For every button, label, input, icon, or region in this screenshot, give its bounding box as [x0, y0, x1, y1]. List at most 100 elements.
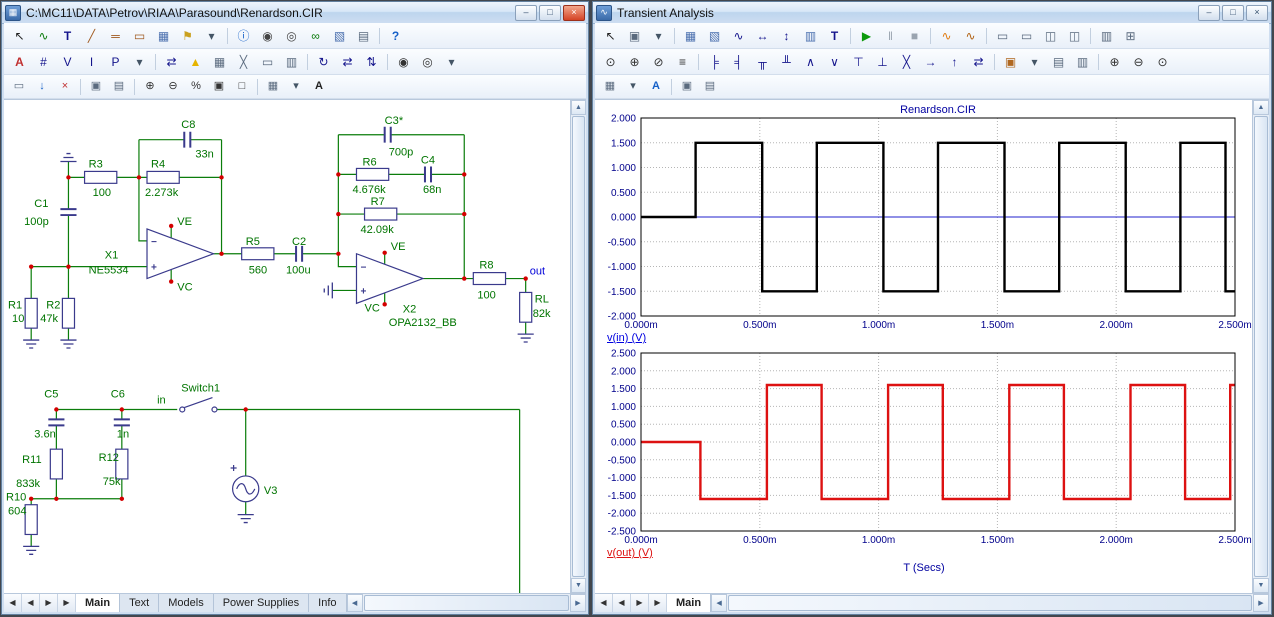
select-mode-icon[interactable]: ↖	[8, 25, 31, 47]
zoom-in-icon[interactable]: ⊕	[1103, 51, 1126, 73]
probe-many-icon[interactable]: ⊕	[623, 51, 646, 73]
state-variables-icon[interactable]: ▭	[1015, 25, 1038, 47]
switch-terminal[interactable]	[180, 407, 185, 412]
prev-page-button[interactable]: ◀	[613, 594, 631, 612]
cross-grid-icon[interactable]: ╳	[232, 51, 255, 73]
vertical-tag-icon[interactable]: ↕	[775, 25, 798, 47]
grid-snap-icon[interactable]: ▦	[262, 77, 284, 97]
paste-icon[interactable]: ▤	[108, 77, 130, 97]
minimize-button[interactable]: –	[515, 5, 537, 21]
copy-icon[interactable]: ▣	[676, 77, 698, 97]
cursor-left-icon[interactable]: ╞	[703, 51, 726, 73]
resistor-R11[interactable]	[50, 449, 62, 479]
scrollbar-thumb[interactable]	[572, 116, 585, 577]
maximize-button[interactable]: □	[1222, 5, 1244, 21]
node-numbers-icon[interactable]: #	[32, 51, 55, 73]
scroll-up-button[interactable]: ▲	[571, 100, 586, 115]
bus-mode-icon[interactable]: ═	[104, 25, 127, 47]
zoom-in-icon[interactable]: ⊕	[139, 77, 161, 97]
component-wave-icon[interactable]: ∿	[32, 25, 55, 47]
close-button[interactable]: ×	[1246, 5, 1268, 21]
mode-menu-icon[interactable]: ▾	[200, 25, 223, 47]
scroll-down-button[interactable]: ▼	[1253, 578, 1269, 593]
select-mode-icon[interactable]: ↖	[599, 25, 622, 47]
font-icon[interactable]: A	[645, 77, 667, 97]
tab-text[interactable]: Text	[120, 594, 159, 612]
transient-window-titlebar[interactable]: ∿ Transient Analysis –□×	[593, 2, 1271, 24]
trace-label-vin[interactable]: v(in) (V)	[607, 332, 1253, 344]
camera-icon[interactable]: ▣	[208, 77, 230, 97]
analysis-plot-area[interactable]: 0.000m0.500m1.000m1.500m2.000m2.500m2.00…	[595, 99, 1269, 593]
find-next-icon[interactable]: ◎	[416, 51, 439, 73]
first-page-button[interactable]: ◀	[4, 594, 22, 612]
scrollbar-track[interactable]	[727, 594, 1253, 612]
switch-lever[interactable]	[184, 398, 212, 408]
scrollbar-thumb[interactable]	[1254, 116, 1268, 577]
resistor-RL[interactable]	[520, 292, 532, 322]
valley-icon[interactable]: ∨	[823, 51, 846, 73]
sheet-icon[interactable]: ▧	[328, 25, 351, 47]
horizontal-tag-icon[interactable]: ↔	[751, 25, 774, 47]
clipboard-icon[interactable]: ▣	[999, 51, 1022, 73]
select-area-icon[interactable]: □	[231, 77, 253, 97]
zoom-out-icon[interactable]: ⊖	[1127, 51, 1150, 73]
grid-menu-icon[interactable]: ▾	[285, 77, 307, 97]
tab-power-supplies[interactable]: Power Supplies	[214, 594, 309, 612]
grid-icon[interactable]: ▦	[208, 51, 231, 73]
top-tag-icon[interactable]: ╥	[751, 51, 774, 73]
list-icon[interactable]: ▤	[352, 25, 375, 47]
resistor-R4[interactable]	[147, 171, 179, 183]
peak-icon[interactable]: ∧	[799, 51, 822, 73]
analysis-vertical-scrollbar[interactable]: ▲ ▼	[1252, 100, 1269, 593]
minimize-button[interactable]: –	[1198, 5, 1220, 21]
opamp-X1[interactable]	[147, 229, 213, 279]
tab-main[interactable]: Main	[667, 594, 711, 612]
text-mode-icon[interactable]: T	[56, 25, 79, 47]
attribute-text-icon[interactable]: A	[8, 51, 31, 73]
scrollbar-thumb[interactable]	[728, 595, 1252, 611]
schematic-vertical-scrollbar[interactable]: ▲ ▼	[570, 100, 586, 593]
run-icon[interactable]: ▶	[855, 25, 878, 47]
inflection-icon[interactable]: ╳	[895, 51, 918, 73]
three-d-icon[interactable]: ▥	[1095, 25, 1118, 47]
tab-models[interactable]: Models	[159, 594, 213, 612]
grid-menu-icon[interactable]: ▾	[622, 77, 644, 97]
breakpoint-icon[interactable]: ◫	[1063, 25, 1086, 47]
scale-mode-icon[interactable]: ▦	[679, 25, 702, 47]
scroll-left-button[interactable]: ◀	[711, 594, 727, 612]
scroll-up-button[interactable]: ▲	[1253, 100, 1269, 115]
rotate-icon[interactable]: ↻	[312, 51, 335, 73]
flip-x-icon[interactable]: ⇄	[336, 51, 359, 73]
warning-icon[interactable]: ▲	[184, 51, 207, 73]
tab-main[interactable]: Main	[76, 594, 120, 612]
tag-format-icon[interactable]: ▥	[1071, 51, 1094, 73]
scroll-down-button[interactable]: ▼	[571, 578, 586, 593]
cursor-right-icon[interactable]: ╡	[727, 51, 750, 73]
scrollbar-track[interactable]	[571, 115, 586, 578]
go-to-x-icon[interactable]: →	[919, 51, 942, 73]
next-point-icon[interactable]: ⇄	[967, 51, 990, 73]
help-icon[interactable]: ?	[384, 25, 407, 47]
scrollbar-track[interactable]	[1253, 115, 1269, 578]
node-voltages-icon[interactable]: V	[56, 51, 79, 73]
wire-mode-icon[interactable]: ╱	[80, 25, 103, 47]
first-page-button[interactable]: ◀	[595, 594, 613, 612]
switch-terminal[interactable]	[212, 407, 217, 412]
text-mode-icon[interactable]: T	[823, 25, 846, 47]
resistor-R5[interactable]	[242, 248, 274, 260]
separate-plots-icon[interactable]: ≡	[671, 51, 694, 73]
font-icon[interactable]: A	[308, 77, 330, 97]
maximize-button[interactable]: □	[539, 5, 561, 21]
resistor-R3[interactable]	[85, 171, 117, 183]
tab-info[interactable]: Info	[309, 594, 346, 612]
copy-icon[interactable]: ▣	[85, 77, 107, 97]
paste-icon[interactable]: ▤	[699, 77, 721, 97]
page-add-icon[interactable]: ↓	[31, 77, 53, 97]
resistor-R1[interactable]	[25, 298, 37, 328]
numeric-output-icon[interactable]: ▭	[991, 25, 1014, 47]
resistor-R10[interactable]	[25, 505, 37, 535]
data-points-icon[interactable]: ▤	[1047, 51, 1070, 73]
point-probe-icon[interactable]: ◉	[256, 25, 279, 47]
title-block-icon[interactable]: ▥	[280, 51, 303, 73]
close-button[interactable]: ×	[563, 5, 585, 21]
